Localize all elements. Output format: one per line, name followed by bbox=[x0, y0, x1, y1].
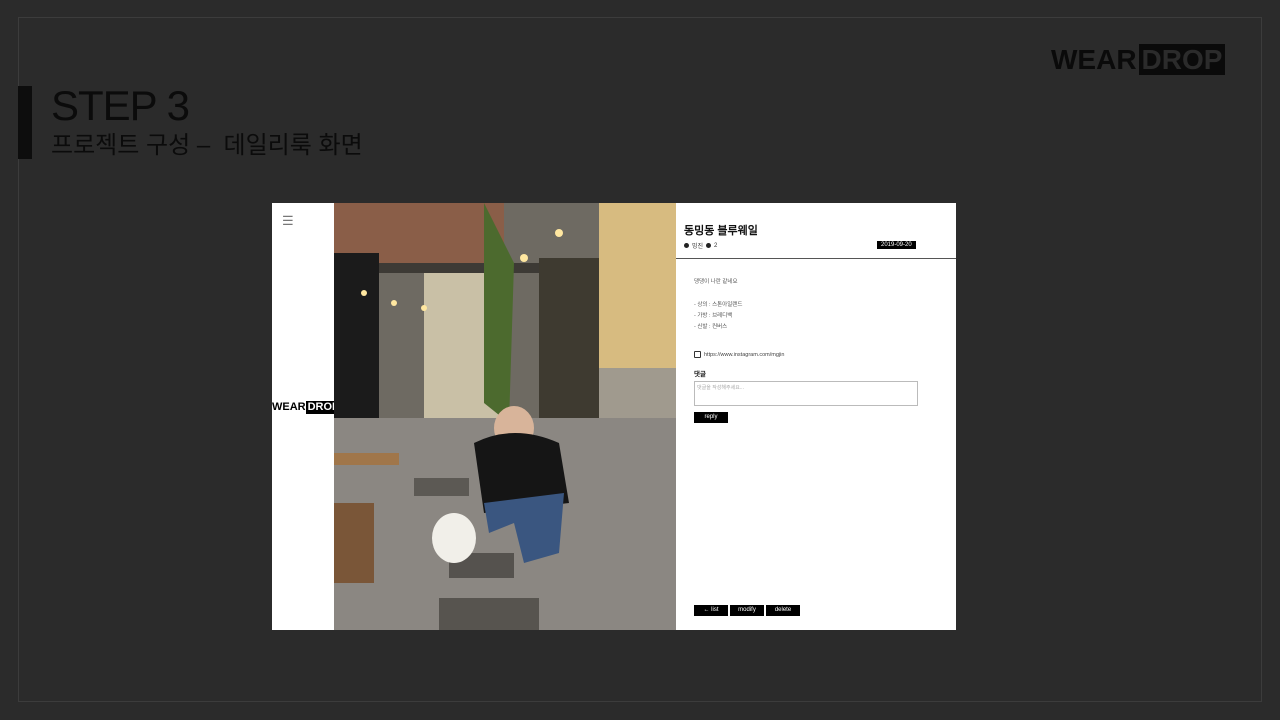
post-author: 밍진 bbox=[692, 244, 704, 250]
app-screenshot: ☰ WEAR DROP 동밍동 블루웨일 밍진 2 2019-09-20 댕댕이… bbox=[272, 203, 956, 630]
post-body-line: 댕댕이 나란 같네요 bbox=[694, 279, 738, 285]
post-body-line: - 상의 : 스톤아일랜드 bbox=[694, 302, 743, 308]
eye-icon bbox=[706, 243, 712, 248]
instagram-link[interactable]: https://www.instagram.com/mgjin bbox=[694, 351, 784, 358]
post-photo bbox=[334, 203, 676, 630]
post-date: 2019-09-20 bbox=[877, 241, 916, 249]
comment-label: 댓글 bbox=[694, 371, 706, 378]
post-body-line: - 신발 : 컨버스 bbox=[694, 324, 728, 330]
instagram-url[interactable]: https://www.instagram.com/mgjin bbox=[704, 352, 784, 358]
post-body-line: - 가방 : 브레디백 bbox=[694, 313, 733, 319]
post-photo-image bbox=[334, 203, 676, 630]
step-title: STEP 3 bbox=[51, 82, 190, 129]
title-divider bbox=[676, 258, 956, 259]
app-sidebar: ☰ WEAR DROP bbox=[272, 203, 342, 630]
hamburger-icon[interactable]: ☰ bbox=[282, 214, 294, 227]
brand-logo-drop: DROP bbox=[1138, 44, 1226, 75]
user-icon bbox=[684, 243, 689, 248]
brand-logo-wear: WEAR bbox=[1051, 44, 1137, 75]
app-logo-wear: WEAR bbox=[272, 401, 306, 413]
title-accent-bar bbox=[18, 86, 32, 159]
post-meta: 밍진 2 bbox=[684, 241, 717, 250]
reply-button[interactable]: reply bbox=[694, 412, 728, 423]
post-title: 동밍동 블루웨일 bbox=[684, 225, 758, 237]
modify-button[interactable]: modify bbox=[730, 605, 764, 616]
delete-button[interactable]: delete bbox=[766, 605, 800, 616]
step-subtitle: 프로젝트 구성 – 데일리룩 화면 bbox=[51, 132, 363, 159]
app-logo[interactable]: WEAR DROP bbox=[272, 401, 342, 414]
brand-logo: WEAR DROP bbox=[1051, 44, 1226, 75]
comment-input[interactable]: 댓글을 작성해주세요... bbox=[694, 381, 918, 406]
instagram-icon bbox=[694, 351, 701, 358]
list-button[interactable]: ← list bbox=[694, 605, 728, 616]
post-detail-panel: 동밍동 블루웨일 밍진 2 2019-09-20 댕댕이 나란 같네요 - 상의… bbox=[676, 203, 956, 630]
post-views: 2 bbox=[714, 242, 718, 249]
